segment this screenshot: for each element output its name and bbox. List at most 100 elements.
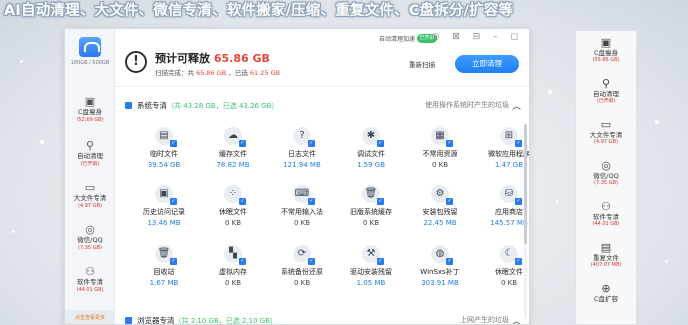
clean-item-tile[interactable]: ☁ ✓ 缓存文件 78.82 MB <box>198 127 268 169</box>
apps-icon: ⚇ <box>85 265 95 278</box>
checkbox-icon[interactable]: ✓ <box>308 258 315 265</box>
checkbox-icon[interactable]: ✓ <box>377 258 384 265</box>
clean-item-tile[interactable]: ⁘ ✓ 休眠文件 0 KB <box>198 185 268 227</box>
section-description: 上网产生的垃圾 <box>460 316 509 324</box>
sidebar-item-large-files[interactable]: ▭ 大文件专清 (4.97 GB) <box>67 181 113 210</box>
checkbox-icon[interactable]: ✓ <box>170 140 177 147</box>
clean-item-name: 安装包残留 <box>422 208 458 216</box>
chat-icon: ◎ <box>601 159 611 172</box>
clean-item-size: 1.47 GB <box>494 161 524 169</box>
clean-now-button[interactable]: 立即清理 <box>455 55 519 73</box>
section-system-clean[interactable]: 系统专清（共 43.28 GB，已选 43.26 GB） 使用操作系统时产生的垃… <box>123 99 525 113</box>
sidebar-item-label: 大文件专清 <box>73 194 107 202</box>
checkbox-icon[interactable]: ✓ <box>446 140 453 147</box>
sidebar-item-c-drive[interactable]: ▣ C盘瘦身 (52.69 GB) <box>67 95 113 124</box>
releasable-size: 65.86 GB <box>213 52 270 65</box>
chevron-up-icon[interactable]: ︿ <box>512 99 521 112</box>
title-bar: 自动清理加速 已开启 ◎ ⊠ ⊟ – ◻ <box>115 29 529 49</box>
clean-item-tile[interactable]: ▦ ✓ 不常用资源 0 KB <box>405 127 475 169</box>
clean-item-size: 0 KB <box>224 279 242 287</box>
sidebar-item-wechat-qq[interactable]: ◎ 微信/QQ (7.35 GB) <box>67 223 113 252</box>
clean-item-size: 121.94 MB <box>283 161 321 169</box>
scan-selected-size: 61.25 GB <box>249 69 281 77</box>
strip-item-c-drive[interactable]: ▣ C盘瘦身 (55.86 GB) <box>576 37 636 64</box>
clean-item-tile[interactable]: ⚒ ✓ 驱动安装残留 1.05 MB <box>336 245 406 287</box>
checkbox-icon[interactable]: ✓ <box>377 198 384 205</box>
window-controls[interactable]: ◎ ⊠ ⊟ – ◻ <box>432 32 523 42</box>
checkbox-icon[interactable]: ✓ <box>170 258 177 265</box>
strip-item-size: (已开启) <box>596 98 616 104</box>
clean-item-tile[interactable]: ⛁ ✓ 应用商店 145.57 MB <box>474 185 529 227</box>
expand-icon: ⊕ <box>601 282 611 295</box>
history-icon: ▣ ✓ <box>155 185 177 205</box>
clean-item-name: 缓存文件 <box>219 150 247 158</box>
checkbox-icon[interactable]: ✓ <box>239 258 246 265</box>
snowflake-decoration <box>40 140 44 144</box>
strip-item-expand[interactable]: ⊕ C盘扩容 <box>576 282 636 304</box>
clean-item-name: 休眠文件 <box>495 268 523 276</box>
checkbox-icon[interactable]: ✓ <box>446 258 453 265</box>
checkbox-icon[interactable]: ✓ <box>377 140 384 147</box>
checkbox-icon[interactable]: ✓ <box>515 258 522 265</box>
chevron-up-icon[interactable]: ︿ <box>512 314 521 324</box>
clean-item-tile[interactable]: ✱ ✓ 调试文件 1.59 GB <box>336 127 406 169</box>
clean-item-name: 调试文件 <box>357 150 385 158</box>
chat-icon: ◎ <box>85 223 95 236</box>
clean-item-tile[interactable]: ▚ ✓ 虚拟内存 0 KB <box>198 245 268 287</box>
section-title: 浏览器专清（共 2.10 GB，已选 2.10 GB） <box>137 315 277 325</box>
scan-status-prefix: 扫描完成：共 <box>155 69 194 77</box>
scrollbar-thumb[interactable] <box>524 124 527 244</box>
strip-item-label: 微信/QQ <box>593 172 619 180</box>
clean-item-size: 0 KB <box>500 279 518 287</box>
rescan-link[interactable]: 重新扫描 <box>409 59 435 69</box>
clean-item-tile[interactable]: ⊞ ✓ 微软应用程序 1.47 GB <box>474 127 529 169</box>
section-checkbox[interactable] <box>125 317 132 324</box>
clean-item-tile[interactable]: ⟳ ✓ 系统备份还原 0 KB <box>267 245 337 287</box>
strip-item-large-files[interactable]: ▭ 大文件专清 (4.97 GB) <box>576 118 636 146</box>
clean-item-name: 旧版系统缓存 <box>350 208 392 216</box>
section-checkbox[interactable] <box>125 102 132 109</box>
clean-item-tile[interactable]: 🗑 ✓ 旧版系统缓存 0 KB <box>336 185 406 227</box>
checkbox-icon[interactable]: ✓ <box>446 198 453 205</box>
checkbox-icon[interactable]: ✓ <box>170 198 177 205</box>
sidebar-item-software[interactable]: ⚇ 软件专清 (44.01 GB) <box>67 265 113 294</box>
clean-item-size: 39.54 GB <box>147 161 181 169</box>
clean-item-size: 0 KB <box>362 219 380 227</box>
clean-item-tile[interactable]: ? ✓ 日志文件 121.94 MB <box>267 127 337 169</box>
clean-item-size: 22.45 MB <box>423 219 457 227</box>
clean-item-name: 不常用输入法 <box>281 208 323 216</box>
clean-item-tile[interactable]: ▣ ✓ 历史访问记录 13.46 MB <box>129 185 199 227</box>
sidebar-item-size: (4.97 GB) <box>78 203 102 209</box>
clean-item-tile[interactable]: ▤ ✓ 临时文件 39.54 GB <box>129 127 199 169</box>
clean-item-tile[interactable]: ⚙ ✓ 安装包残留 22.45 MB <box>405 185 475 227</box>
clean-item-tile[interactable]: ⌨ ✓ 不常用输入法 0 KB <box>267 185 337 227</box>
strip-item-size: (407.07 MB) <box>590 262 622 268</box>
clean-item-tile[interactable]: 🗑 ✓ 回收站 1.67 MB <box>129 245 199 287</box>
checkbox-icon[interactable]: ✓ <box>515 198 522 205</box>
clean-item-tile[interactable]: ☾ ✓ 休眠文件 0 KB <box>474 245 529 287</box>
driver-icon: ⚒ ✓ <box>362 245 384 265</box>
checkbox-icon[interactable]: ✓ <box>239 198 246 205</box>
sidebar-item-size: (已开启) <box>80 161 100 167</box>
strip-item-label: 软件专清 <box>593 213 619 221</box>
checkbox-icon[interactable]: ✓ <box>308 198 315 205</box>
clean-item-name: 休眠文件 <box>219 208 247 216</box>
strip-item-wechat-qq[interactable]: ◎ 微信/QQ (7.35 GB) <box>576 159 636 187</box>
strip-item-software[interactable]: ⚇ 软件专清 (44.01 GB) <box>576 201 636 228</box>
clean-item-name: 不常用资源 <box>422 150 458 158</box>
see-more-link[interactable]: 点击查看更多 <box>65 310 115 324</box>
scan-total-size: 65.86 GB <box>196 69 227 77</box>
sidebar-item-auto-clean[interactable]: ⚲ 自动清理 (已开启) <box>67 139 113 168</box>
folder-icon: ▭ <box>600 118 612 131</box>
checkbox-icon[interactable]: ✓ <box>308 140 315 147</box>
strip-item-auto-clean[interactable]: ⚲ 自动清理 (已开启) <box>576 78 636 105</box>
section-title-text: 浏览器专清 <box>137 316 175 325</box>
checkbox-icon[interactable]: ✓ <box>239 140 246 147</box>
checkbox-icon[interactable]: ✓ <box>515 140 522 147</box>
moon-icon: ☾ ✓ <box>500 245 522 265</box>
section-browser-clean[interactable]: 浏览器专清（共 2.10 GB，已选 2.10 GB） 上网产生的垃圾 ︿ <box>123 314 525 325</box>
scan-summary-header: ! 预计可释放 65.86 GB 扫描完成：共 65.86 GB ，已选 61.… <box>115 47 529 87</box>
clean-item-tile[interactable]: ◍ ✓ WinSxs补丁 303.91 MB <box>405 245 475 287</box>
strip-item-duplicates[interactable]: ▤ 重复文件 (407.07 MB) <box>576 242 636 269</box>
document-icon: ▤ ✓ <box>155 127 177 147</box>
